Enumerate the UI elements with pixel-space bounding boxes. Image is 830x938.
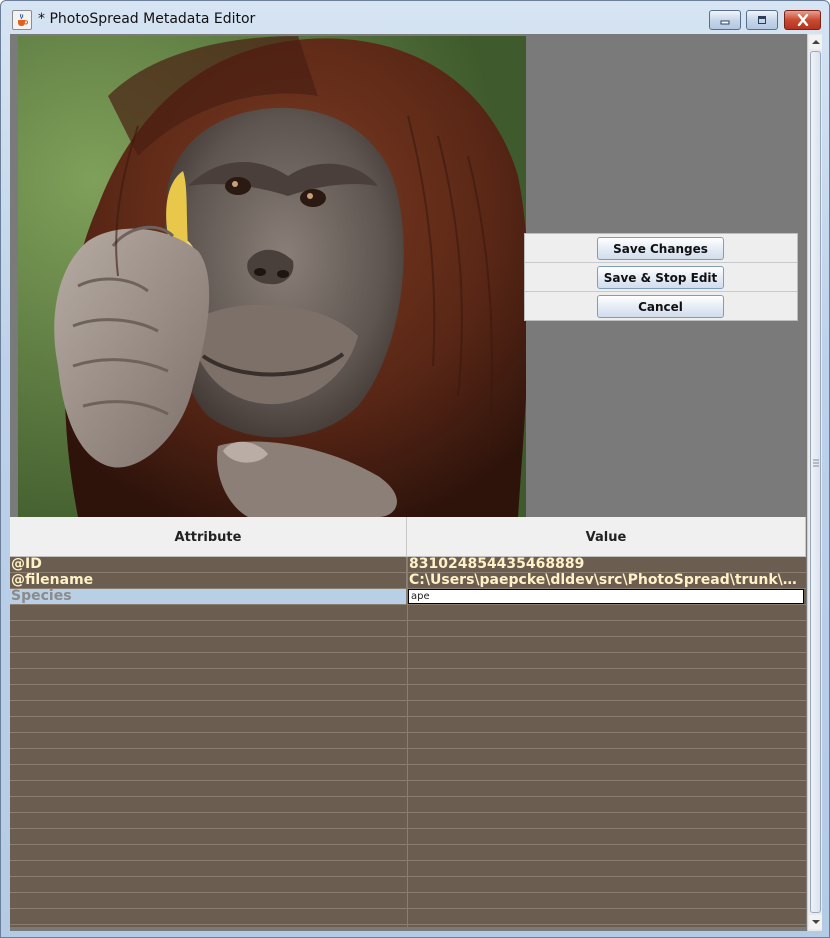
attribute-cell[interactable]: Species [10, 589, 407, 604]
table-row-empty[interactable] [10, 893, 806, 909]
scroll-thumb[interactable] [810, 51, 821, 913]
save-changes-button[interactable]: Save Changes [597, 237, 724, 260]
scroll-grip-icon [813, 459, 819, 467]
minimize-button[interactable] [709, 10, 741, 30]
column-divider [407, 557, 408, 927]
table-row-empty[interactable] [10, 653, 806, 669]
table-row-empty[interactable] [10, 749, 806, 765]
table-row-empty[interactable] [10, 605, 806, 621]
save-changes-row: Save Changes [525, 234, 797, 263]
table-row-empty[interactable] [10, 637, 806, 653]
table-row-empty[interactable] [10, 909, 806, 925]
scroll-up-arrow-icon [811, 40, 820, 44]
attribute-cell[interactable]: @filename [10, 573, 407, 588]
table-row-empty[interactable] [10, 797, 806, 813]
maximize-button[interactable] [746, 10, 778, 30]
table-row-empty[interactable] [10, 765, 806, 781]
title-bar[interactable]: * PhotoSpread Metadata Editor [1, 1, 829, 34]
close-icon [797, 14, 808, 26]
edit-actions-panel: Save Changes Save & Stop Edit Cancel [524, 233, 798, 321]
table-row-selected[interactable]: Species [10, 589, 806, 605]
table-row-empty[interactable] [10, 877, 806, 893]
java-cup-icon[interactable] [12, 10, 32, 30]
table-row-empty[interactable] [10, 781, 806, 797]
table-header: Attribute Value [10, 517, 806, 557]
editor-client-area: Save Changes Save & Stop Edit Cancel Att… [10, 34, 822, 931]
table-row-empty[interactable] [10, 813, 806, 829]
metadata-editor-window: * PhotoSpread Metadata Editor Save Chang… [0, 0, 830, 938]
scroll-down-button[interactable] [809, 915, 822, 929]
table-row-empty[interactable] [10, 733, 806, 749]
scroll-down-arrow-icon [811, 920, 820, 924]
vertical-scrollbar[interactable] [807, 34, 822, 931]
save-stop-edit-button[interactable]: Save & Stop Edit [597, 266, 724, 289]
table-row-empty[interactable] [10, 829, 806, 845]
window-title: * PhotoSpread Metadata Editor [38, 11, 256, 27]
table-row-empty[interactable] [10, 669, 806, 685]
cancel-row: Cancel [525, 292, 797, 321]
table-body: @ID 831024854435468889 @filename C:\User… [10, 557, 806, 927]
table-row-empty[interactable] [10, 685, 806, 701]
value-cell[interactable]: 831024854435468889 [408, 557, 804, 572]
save-stop-edit-row: Save & Stop Edit [525, 263, 797, 292]
table-row-empty[interactable] [10, 701, 806, 717]
maximize-icon [758, 16, 766, 24]
scroll-up-button[interactable] [809, 35, 822, 49]
column-header-value[interactable]: Value [407, 517, 806, 557]
attribute-cell[interactable]: @ID [10, 557, 407, 572]
table-row-empty[interactable] [10, 845, 806, 861]
table-row-empty[interactable] [10, 861, 806, 877]
table-row-empty[interactable] [10, 717, 806, 733]
table-row[interactable]: @filename C:\Users\paepcke\dldev\src\Pho… [10, 573, 806, 589]
minimize-icon [720, 20, 730, 25]
value-cell[interactable]: C:\Users\paepcke\dldev\src\PhotoSpread\t… [408, 573, 804, 588]
table-row-empty[interactable] [10, 621, 806, 637]
orangutan-photo [18, 36, 526, 517]
cancel-button[interactable]: Cancel [597, 295, 724, 318]
value-edit-field[interactable] [408, 589, 804, 604]
close-button[interactable] [784, 10, 821, 30]
table-row[interactable]: @ID 831024854435468889 [10, 557, 806, 573]
column-header-attribute[interactable]: Attribute [10, 517, 407, 557]
metadata-table: Attribute Value @ID 831024854435468889 @… [10, 517, 806, 927]
